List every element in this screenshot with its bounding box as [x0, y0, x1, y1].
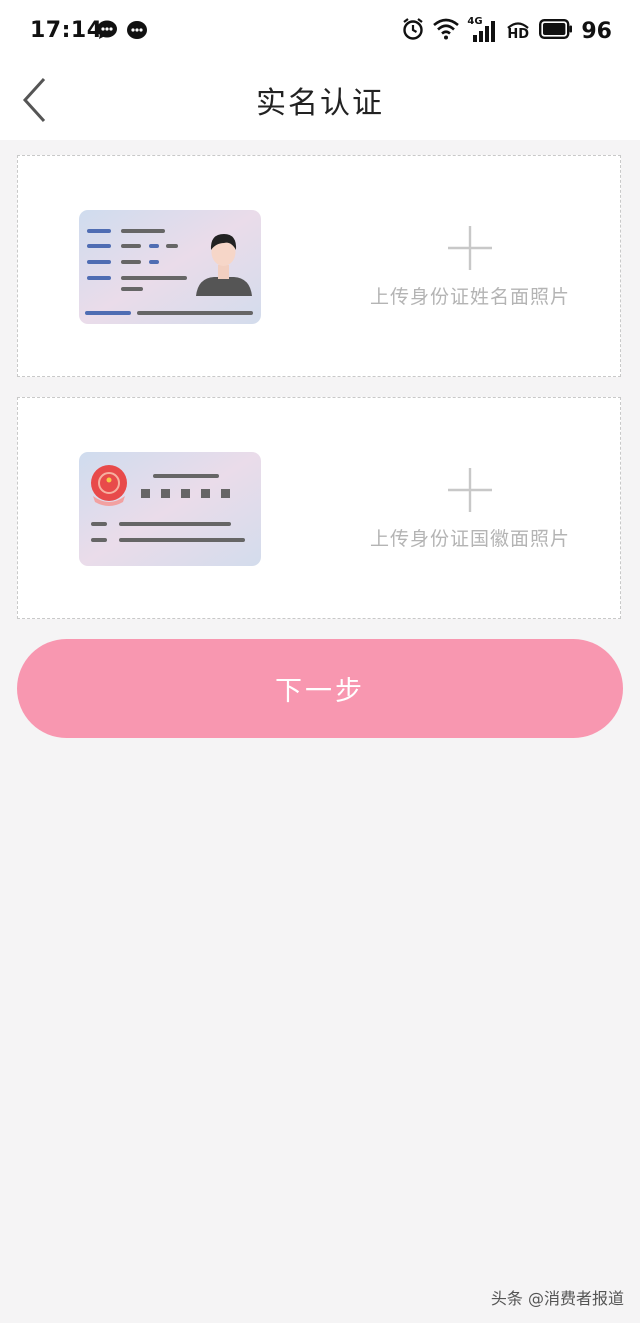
plus-icon [448, 468, 492, 512]
plus-icon [448, 226, 492, 270]
upload-id-back-card[interactable]: 上传身份证国徽面照片 [17, 397, 621, 619]
status-bar: 17:14 4G HD 96 [0, 0, 640, 64]
alarm-icon [401, 17, 425, 45]
hd-voice-icon: HD [505, 18, 531, 44]
message-icon [126, 20, 148, 40]
battery-icon [539, 19, 573, 43]
upload-back-label: 上传身份证国徽面照片 [369, 528, 570, 550]
status-time: 17:14 [30, 18, 103, 43]
upload-front-label: 上传身份证姓名面照片 [369, 286, 570, 308]
cellular-signal-icon: 4G [467, 16, 497, 44]
upload-id-front-card[interactable]: 上传身份证姓名面照片 [17, 155, 621, 377]
status-right-group: 4G HD 96 [401, 16, 612, 46]
wifi-icon [433, 18, 460, 44]
page-title: 实名认证 [256, 86, 384, 121]
battery-level: 96 [581, 18, 612, 44]
chat-bubble-icon [96, 20, 118, 40]
next-step-button[interactable]: 下一步 [17, 639, 623, 738]
watermark: 头条 @消费者报道 [490, 1289, 624, 1308]
nav-bar: 实名认证 [0, 64, 640, 140]
notification-icons [96, 20, 148, 40]
hd-label: HD [507, 27, 530, 42]
id-card-back-illustration [79, 452, 261, 566]
id-card-front-illustration [79, 210, 261, 324]
